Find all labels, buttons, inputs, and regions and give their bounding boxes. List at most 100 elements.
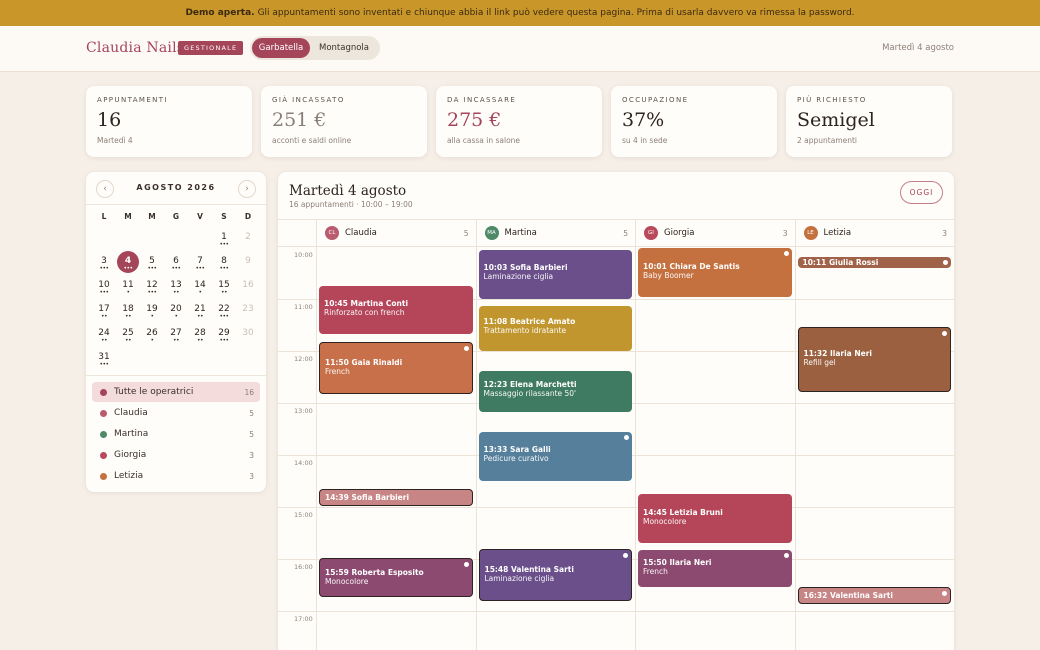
appointment-card[interactable]: 13:33 Sara Galli Pedicure curativo — [478, 431, 632, 481]
calendar-day[interactable]: 26 • — [140, 327, 164, 349]
column-divider — [316, 219, 317, 650]
calendar-day[interactable]: 19 • — [140, 303, 164, 325]
appointment-card[interactable]: 10:01 Chiara De Santis Baby Boomer — [638, 247, 792, 298]
divider — [86, 204, 266, 205]
appointment-card[interactable]: 10:03 Sofia Barbieri Laminazione ciglia — [478, 249, 632, 299]
next-month-button[interactable]: › — [238, 180, 256, 198]
banner-text: Gli appuntamenti sono inventati e chiunq… — [257, 8, 855, 18]
schedule-title: Martedì 4 agosto — [289, 183, 407, 199]
calendar-day[interactable]: 25 •• — [116, 327, 140, 349]
calendar-day[interactable]: 22 ••• — [212, 303, 236, 325]
appointment-card[interactable]: 16:32 Valentina Sarti — [797, 586, 951, 605]
appointment-dots: ••• — [171, 265, 181, 272]
calendar-day[interactable]: 5 ••• — [140, 255, 164, 277]
operator-count: 5 — [249, 408, 254, 418]
calendar-day[interactable]: 8 ••• — [212, 255, 236, 277]
schedule-panel: Martedì 4 agosto 16 appuntamenti · 10:00… — [278, 172, 954, 650]
calendar-day[interactable]: 28 •• — [188, 327, 212, 349]
kpi-label: DA INCASSARE — [447, 96, 517, 104]
calendar-day[interactable]: 18 •• — [116, 303, 140, 325]
appointment-dots: ••• — [219, 265, 229, 272]
column-divider — [635, 219, 636, 650]
kpi-card: PIÙ RICHIESTO Semigel 2 appuntamenti — [786, 86, 952, 157]
appointment-time-client: 15:50 Ilaria Neri — [643, 557, 712, 567]
appointment-dots: ••• — [123, 265, 133, 272]
appointment-card[interactable]: 11:50 Gaia Rinaldi French — [319, 342, 473, 395]
status-dot — [942, 590, 947, 596]
calendar-day[interactable]: 1 ••• — [212, 231, 236, 253]
banner-bold: Demo aperta. — [185, 8, 255, 18]
appointment-count: 3 — [782, 228, 788, 238]
calendar-day[interactable]: 14 • — [188, 279, 212, 301]
appointment-dots: •• — [172, 289, 180, 296]
calendar-day[interactable]: 7 ••• — [188, 255, 212, 277]
calendar-day[interactable]: 29 ••• — [212, 327, 236, 349]
calendar-day[interactable]: 23 — [236, 303, 260, 325]
appointment-dots: ••• — [99, 265, 109, 272]
appointment-dots: • — [150, 337, 154, 344]
appointment-dots: • — [174, 313, 178, 320]
operator-count: 3 — [249, 450, 254, 460]
appointment-dots: •• — [100, 337, 108, 344]
calendar-day[interactable]: 9 — [236, 255, 260, 277]
brand-logo[interactable]: Claudia Nails — [86, 40, 184, 56]
appointment-card[interactable]: 11:08 Beatrice Amato Trattamento idratant… — [478, 305, 632, 351]
calendar-day[interactable]: 27 •• — [164, 327, 188, 349]
appointment-dots: •• — [172, 337, 180, 344]
calendar-day[interactable]: 17 •• — [92, 303, 116, 325]
appointment-card[interactable]: 11:32 Ilaria Neri Refill gel — [797, 326, 951, 392]
appointment-dots: • — [150, 313, 154, 320]
location-montagnola[interactable]: Montagnola — [310, 38, 378, 58]
day-number: 9 — [245, 256, 251, 266]
weekday-label: M — [148, 212, 156, 221]
kpi-value: 37% — [622, 109, 665, 131]
calendar-day[interactable]: 16 — [236, 279, 260, 301]
operator-filter-tutte[interactable]: Tutte le operatrici 16 — [92, 382, 260, 402]
operator-filter-claudia[interactable]: Claudia 5 — [92, 403, 260, 423]
appointment-dots: •• — [220, 289, 228, 296]
calendar-day[interactable]: 30 — [236, 327, 260, 349]
calendar-day[interactable]: 4 ••• — [116, 251, 140, 277]
appointment-card[interactable]: 10:11 Giulia Rossi — [797, 256, 951, 268]
appointment-time-client: 10:01 Chiara De Santis — [643, 261, 740, 271]
calendar-day[interactable]: 24 •• — [92, 327, 116, 349]
avatar: GI — [644, 226, 658, 240]
status-dot — [623, 552, 628, 558]
calendar-day[interactable]: 13 •• — [164, 279, 188, 301]
appointment-time-client: 13:33 Sara Galli — [483, 445, 551, 455]
appointment-dots: • — [198, 289, 202, 296]
calendar-day[interactable]: 31 ••• — [92, 351, 116, 373]
operator-filter-giorgia[interactable]: Giorgia 3 — [92, 445, 260, 465]
calendar-day[interactable]: 6 ••• — [164, 255, 188, 277]
appointment-service: French — [325, 367, 350, 377]
calendar-day[interactable]: 10 ••• — [92, 279, 116, 301]
appointment-card[interactable]: 12:23 Elena Marchetti Massaggio rilassant… — [478, 370, 632, 412]
location-garbatella[interactable]: Garbatella — [252, 38, 310, 58]
appointment-card[interactable]: 14:45 Letizia Bruni Monocolore — [638, 494, 792, 544]
appointment-time-client: 11:32 Ilaria Neri — [803, 349, 872, 359]
calendar-day[interactable]: 20 • — [164, 303, 188, 325]
calendar-day[interactable]: 11 • — [116, 279, 140, 301]
appointment-time-client: 10:03 Sofia Barbieri — [483, 263, 568, 273]
appointment-card[interactable]: 14:39 Sofia Barbieri — [319, 488, 473, 507]
appointment-card[interactable]: 15:48 Valentina Sarti Laminazione ciglia — [478, 548, 632, 601]
column-header-claudia: CL Claudia 5 — [316, 219, 476, 247]
calendar-day[interactable]: 21 •• — [188, 303, 212, 325]
appointment-card[interactable]: 15:59 Roberta Esposito Monocolore — [319, 558, 473, 598]
calendar-day[interactable]: 3 ••• — [92, 255, 116, 277]
weekday-label: L — [101, 212, 107, 221]
column-header-time — [278, 219, 316, 247]
operator-name: Martina — [114, 429, 149, 439]
appointment-card[interactable]: 15:50 Ilaria Neri French — [638, 550, 792, 587]
today-button[interactable]: OGGI — [900, 181, 943, 204]
appointment-count: 3 — [942, 228, 947, 238]
calendar-day[interactable]: 15 •• — [212, 279, 236, 301]
appointment-dots: ••• — [147, 265, 157, 272]
operator-filter-letizia[interactable]: Letizia 3 — [92, 466, 260, 486]
operator-filter-martina[interactable]: Martina 5 — [92, 424, 260, 444]
calendar-day[interactable]: 2 — [236, 231, 260, 253]
calendar-day[interactable]: 12 ••• — [140, 279, 164, 301]
day-number: 23 — [242, 304, 254, 314]
appointment-card[interactable]: 10:45 Martina Conti Rinforzato con french — [319, 286, 473, 334]
hour-label: 16:00 — [294, 563, 313, 571]
